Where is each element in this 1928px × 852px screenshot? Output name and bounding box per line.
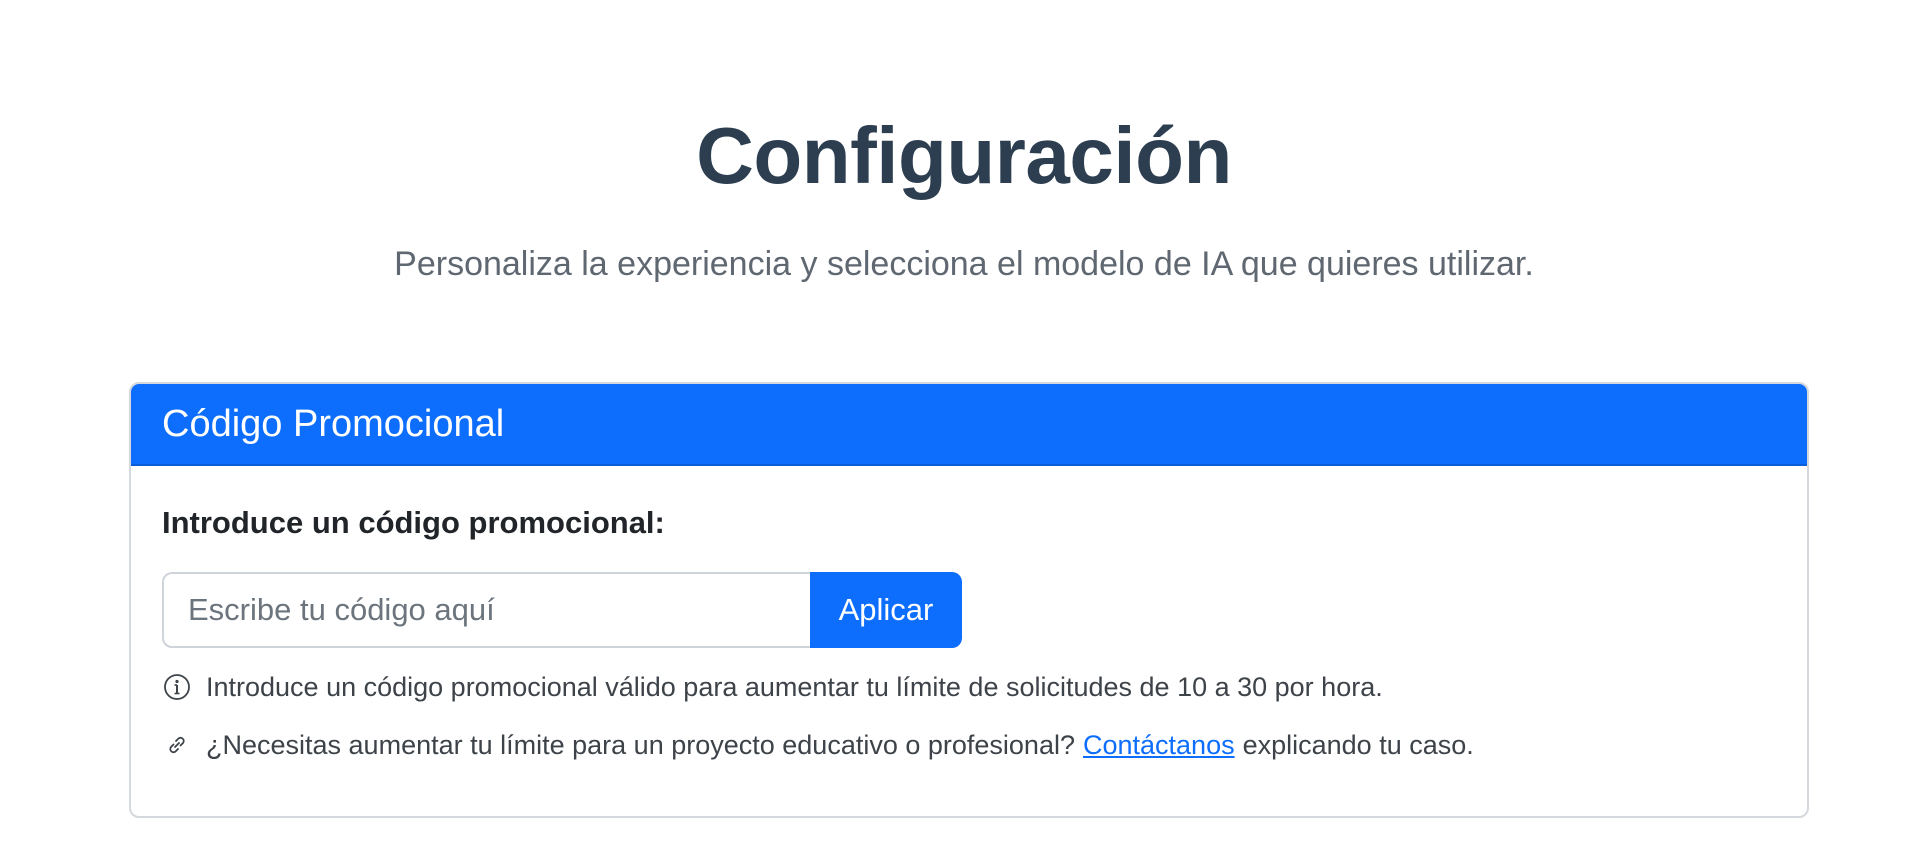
promo-info-text: Introduce un código promocional válido p… [162,670,1776,704]
page-header: Configuración Personaliza la experiencia… [0,0,1928,286]
contact-prefix: ¿Necesitas aumentar tu límite para un pr… [206,730,1075,760]
promo-card-title: Código Promocional [162,403,505,445]
contact-link[interactable]: Contáctanos [1083,728,1235,762]
settings-page: Configuración Personaliza la experiencia… [0,0,1928,852]
page-title: Configuración [696,111,1232,200]
page-subtitle: Personaliza la experiencia y selecciona … [394,245,1534,283]
promo-card-body: Introduce un código promocional: Aplicar… [131,466,1807,762]
info-circle-icon [162,672,192,702]
promo-card-header: Código Promocional [131,384,1807,466]
promo-contact-text: ¿Necesitas aumentar tu límite para un pr… [162,728,1776,762]
info-text: Introduce un código promocional válido p… [206,672,1383,702]
promo-code-label: Introduce un código promocional: [162,505,665,540]
link-icon [162,730,192,760]
promo-code-input[interactable] [162,572,810,648]
promo-input-group: Aplicar [162,572,1776,648]
contact-suffix: explicando tu caso. [1242,730,1474,760]
promo-code-card: Código Promocional Introduce un código p… [129,382,1809,818]
apply-button[interactable]: Aplicar [810,572,962,648]
